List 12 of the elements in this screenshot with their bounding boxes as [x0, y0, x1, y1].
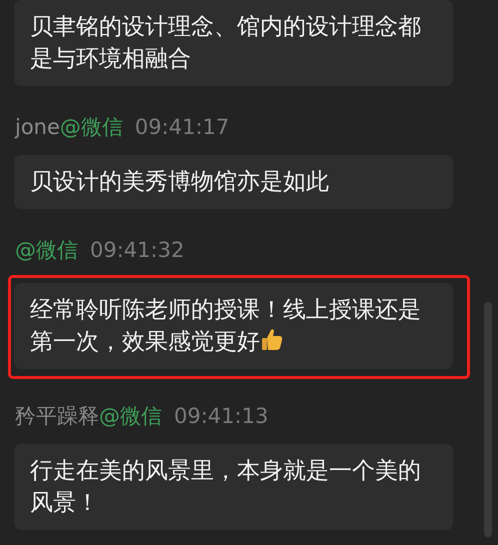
message-bubble: 贝设计的美秀博物馆亦是如此 — [14, 155, 453, 209]
sender-name: 矜平躁释 — [15, 403, 99, 430]
sender-name: jone — [15, 115, 60, 139]
message-bubble: 行走在美的风景里，本身就是一个美的风景！ — [14, 444, 453, 530]
sender-platform: @微信 — [15, 237, 78, 264]
sender-platform: @微信 — [99, 403, 162, 430]
message-time: 09:41:32 — [90, 238, 184, 262]
message-time: 09:41:17 — [134, 115, 230, 139]
sender-platform: @微信 — [60, 114, 123, 141]
message-bubble: 经常聆听陈老师的授课！线上授课还是第一次，效果感觉更好 — [14, 283, 453, 369]
message-bubble: 贝聿铭的设计理念、馆内的设计理念都是与环境相融合 — [14, 0, 453, 86]
message-time: 09:41:13 — [174, 404, 268, 428]
